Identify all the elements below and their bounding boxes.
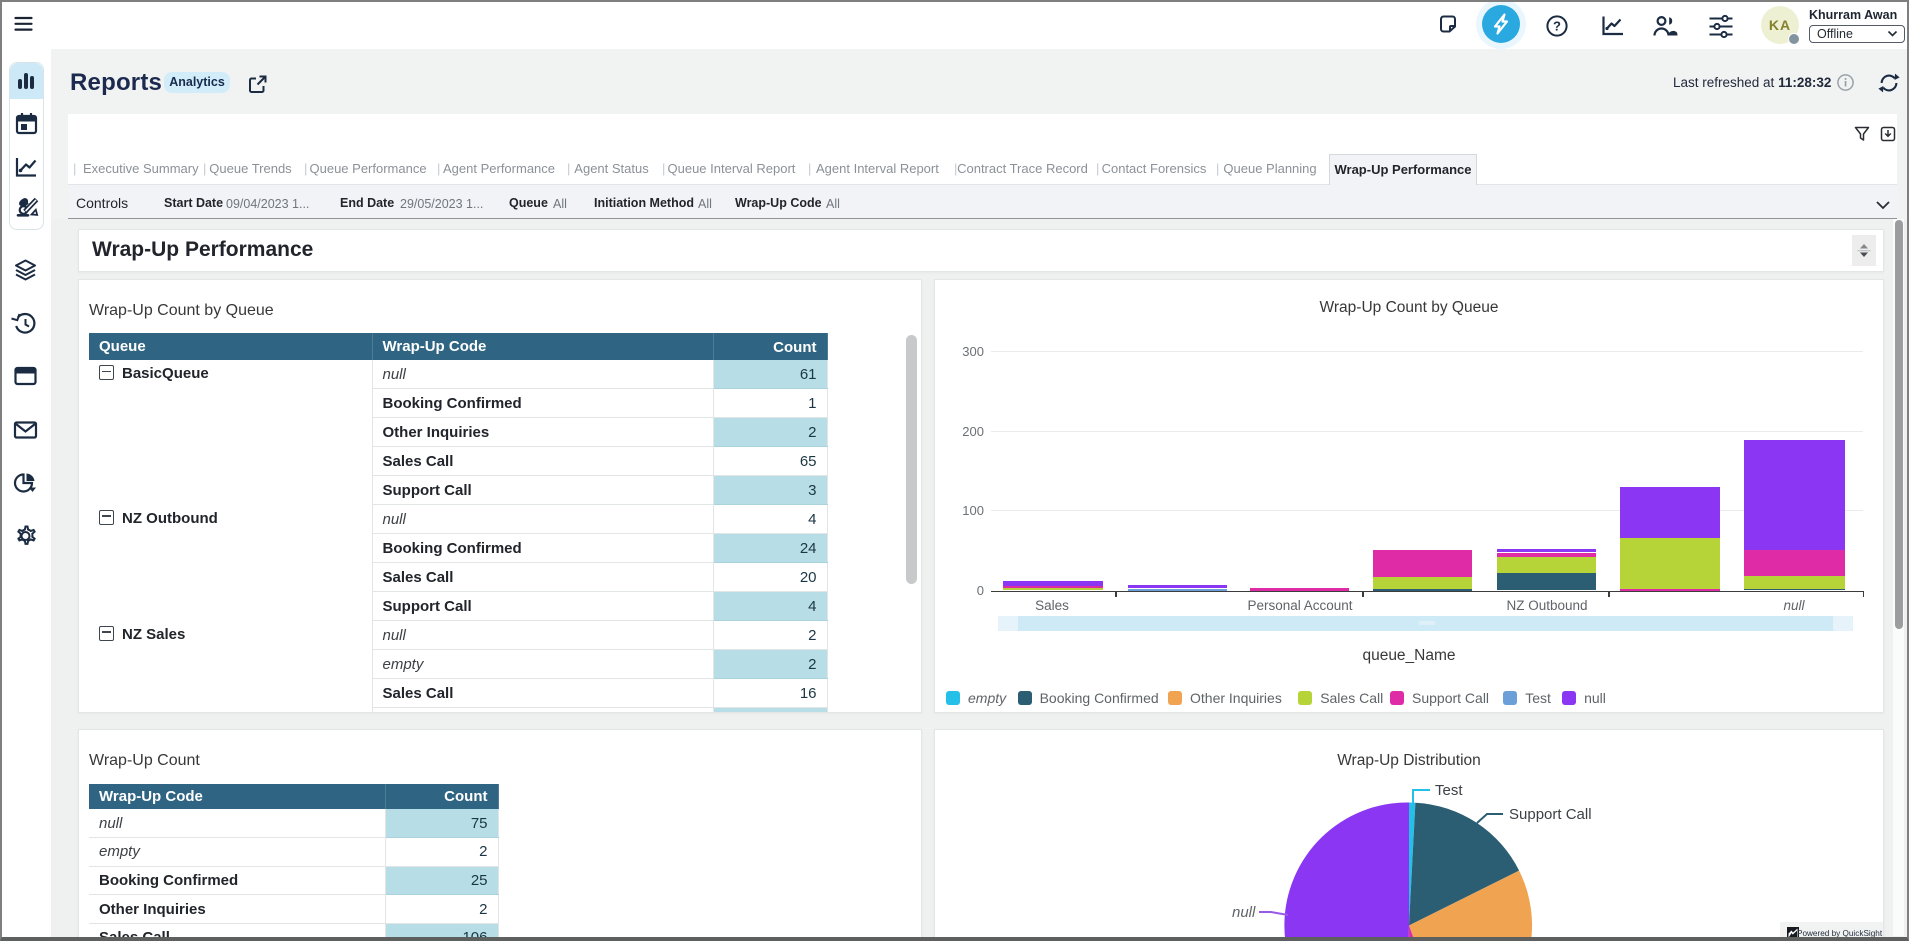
svg-text:?: ? [1553,19,1561,34]
